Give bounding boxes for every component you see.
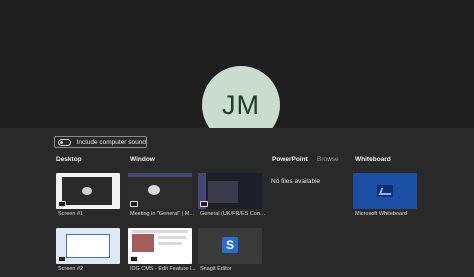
include-computer-sound-toggle[interactable]: Include computer sound [54,136,147,148]
section-powerpoint-heading: PowerPoint [272,156,308,163]
whiteboard-caption: Microsoft Whiteboard [355,211,407,217]
meeting-window-caption: Meeting in "General" | M... [130,211,195,217]
idg-cms-window-caption: IDG CMS - Edit Feature l... [130,266,196,272]
teams-icon [200,201,208,207]
preview-content [148,185,160,195]
general-window-caption: General (UK/FR/ES Cont... [200,211,266,217]
meeting-stage: JM [0,0,474,128]
participant-avatar: JM [202,66,280,128]
section-whiteboard-heading: Whiteboard [355,156,391,163]
preview-row [132,230,188,233]
powerpoint-empty-message: No files available [271,178,321,185]
preview-image [132,234,154,252]
window-panel [208,181,238,203]
screen-1-caption: Screen #1 [58,211,84,217]
toggle-switch-icon[interactable] [58,138,71,146]
snagit-window-thumbnail[interactable]: S [198,228,262,264]
idg-cms-window-thumbnail[interactable] [128,228,192,264]
preview-content [82,187,92,195]
monitor-icon [58,201,66,207]
screen-2-caption: Screen #2 [58,266,84,272]
window-titlebar [128,173,192,177]
monitor-icon [58,256,66,262]
whiteboard-thumbnail[interactable] [353,173,417,209]
browser-icon [130,256,138,262]
teams-icon [130,201,138,207]
avatar-initials: JM [222,89,260,120]
section-desktop-heading: Desktop [56,156,82,163]
screen-2-thumbnail[interactable] [56,228,120,264]
snagit-icon: S [222,237,238,253]
include-computer-sound-label: Include computer sound [76,138,146,146]
meeting-window-thumbnail[interactable] [128,173,192,209]
preview-row [158,236,186,239]
browse-link[interactable]: Browse [317,156,339,163]
preview-row [158,242,182,245]
screen-preview [66,234,110,258]
whiteboard-icon [377,185,393,197]
section-window-heading: Window [130,156,155,163]
general-window-thumbnail[interactable] [198,173,262,209]
screen-1-thumbnail[interactable] [56,173,120,209]
snagit-window-caption: Snagit Editor [200,266,232,272]
